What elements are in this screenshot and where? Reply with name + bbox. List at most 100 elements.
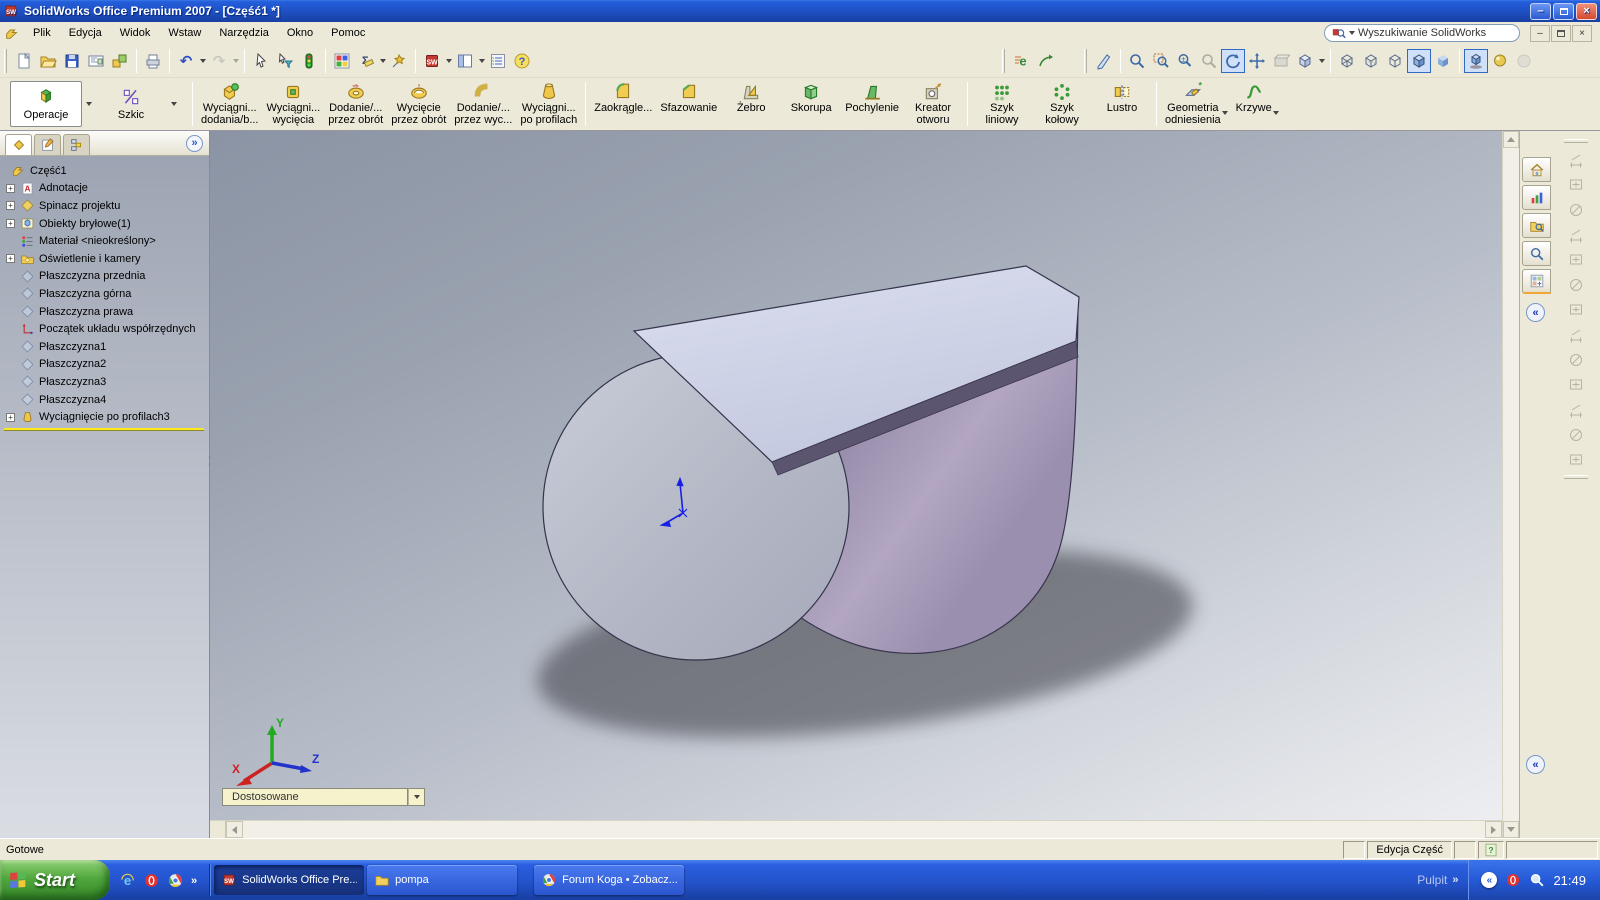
ribbon-button-swept-boss[interactable]: Dodanie/... przez wyc... <box>450 79 516 129</box>
new-icon[interactable] <box>12 49 36 73</box>
configuration-selector[interactable]: Dostosowane <box>222 788 408 806</box>
annotation-tool-icon[interactable] <box>1566 225 1586 245</box>
shaded-icon[interactable] <box>1431 49 1455 73</box>
ribbon-button-reference-geometry[interactable]: * Geometria odniesienia <box>1161 79 1232 129</box>
child-minimize-button[interactable]: – <box>1530 24 1550 42</box>
graphics-area[interactable]: X Y Z Dostosowane <box>210 131 1502 820</box>
undo-icon[interactable]: ↶ <box>174 49 198 73</box>
ribbon-button-extruded-boss[interactable]: Wyciągni... dodania/b... <box>197 79 263 129</box>
tree-item[interactable]: Płaszczyzna3 <box>0 373 209 391</box>
save-icon[interactable] <box>60 49 84 73</box>
chevron-left-icon[interactable]: « <box>1526 303 1545 322</box>
ribbon-button-rib[interactable]: Żebro <box>721 79 781 129</box>
expand-icon[interactable] <box>6 219 15 229</box>
annotation-tool-icon[interactable] <box>1566 175 1586 195</box>
annotation-tool-icon[interactable] <box>1566 375 1586 395</box>
pan-icon[interactable] <box>1245 49 1269 73</box>
annotation-tool-icon[interactable] <box>1566 150 1586 170</box>
measure-icon[interactable]: Σ <box>354 49 378 73</box>
annotation-tool-icon[interactable] <box>1566 275 1586 295</box>
ribbon-button-revolved-cut[interactable]: Wycięcie przez obrót <box>387 79 450 129</box>
start-button[interactable]: Start <box>0 860 110 900</box>
select-icon[interactable] <box>249 49 273 73</box>
toolbar-grip[interactable] <box>1084 48 1087 73</box>
menu-plik[interactable]: Plik <box>24 24 60 42</box>
child-restore-button[interactable] <box>1551 24 1571 42</box>
configuration-dropdown-icon[interactable] <box>408 788 425 806</box>
panels-icon[interactable] <box>453 49 477 73</box>
view-orientation-icon[interactable] <box>1293 49 1317 73</box>
horizontal-scrollbar[interactable] <box>210 820 1502 838</box>
edrawings-animate-icon[interactable] <box>1034 49 1058 73</box>
shadows-icon[interactable] <box>1464 48 1488 73</box>
child-close-button[interactable]: × <box>1572 24 1592 42</box>
tree-item[interactable]: Płaszczyzna4 <box>0 391 209 409</box>
ribbon-button-circular-pattern[interactable]: Szyk kołowy <box>1032 79 1092 129</box>
solidworks-menu-icon[interactable]: SW <box>420 49 444 73</box>
tab-feature-manager[interactable] <box>5 134 32 155</box>
tree-item[interactable]: Spinacz projektu <box>0 197 209 215</box>
redo-icon[interactable]: ↷ <box>207 49 231 73</box>
menu-widok[interactable]: Widok <box>111 24 160 42</box>
tree-item[interactable]: Płaszczyzna2 <box>0 356 209 374</box>
chevron-more-icon[interactable]: » <box>191 872 197 887</box>
chevron-more-icon[interactable]: » <box>1452 874 1458 886</box>
tree-item[interactable]: Płaszczyzna górna <box>0 285 209 303</box>
ribbon-button-linear-pattern[interactable]: Szyk liniowy <box>972 79 1032 129</box>
scroll-right-icon[interactable] <box>1485 821 1502 838</box>
expand-icon[interactable] <box>6 412 15 422</box>
hidden-lines-visible-icon[interactable] <box>1359 49 1383 73</box>
tab-view-palette[interactable] <box>1522 269 1551 294</box>
tab-file-explorer[interactable] <box>1522 213 1551 238</box>
ribbon-button-extruded-cut[interactable]: Wyciągni... wycięcia <box>263 79 325 129</box>
solidworks-dropdown-icon[interactable] <box>444 49 453 73</box>
section-view-icon[interactable] <box>1269 49 1293 73</box>
taskbar-window-forum[interactable]: Forum Koga • Zobacz... <box>534 865 685 895</box>
ribbon-button-hole-wizard[interactable]: Kreator otworu <box>903 79 963 129</box>
tab-design-library[interactable] <box>1522 185 1551 210</box>
scroll-up-icon[interactable] <box>1503 131 1519 148</box>
search-input[interactable]: Wyszukiwanie SolidWorks <box>1324 24 1520 42</box>
menu-narzedzia[interactable]: Narzędzia <box>210 24 278 42</box>
undo-dropdown-icon[interactable] <box>198 49 207 73</box>
taskbar-window-pompa[interactable]: pompa <box>367 865 518 895</box>
edrawings-publish-icon[interactable]: e <box>1010 49 1034 73</box>
annotation-tool-icon[interactable] <box>1566 450 1586 470</box>
wireframe-icon[interactable] <box>1335 49 1359 73</box>
toolbar-grip[interactable] <box>1002 48 1005 73</box>
shaded-with-edges-icon[interactable] <box>1407 48 1431 73</box>
rollback-bar[interactable] <box>4 427 204 431</box>
tab-operacje[interactable]: Operacje <box>10 81 82 127</box>
chevron-left-icon[interactable]: « <box>1526 755 1545 774</box>
tree-item[interactable]: Początek układu współrzędnych <box>0 320 209 338</box>
expand-icon[interactable] <box>6 254 15 264</box>
measure-dropdown-icon[interactable] <box>378 49 387 73</box>
sketch-entity-icon[interactable] <box>1092 49 1116 73</box>
tab-szkic-dropdown-icon[interactable] <box>167 81 180 127</box>
ribbon-button-draft[interactable]: Pochylenie <box>841 79 903 129</box>
tree-item[interactable]: Obiekty bryłowe(1) <box>0 215 209 233</box>
print-icon[interactable] <box>141 49 165 73</box>
rebuild-icon[interactable] <box>297 49 321 73</box>
toolbar-grip[interactable] <box>1564 475 1588 479</box>
make-assembly-icon[interactable] <box>108 49 132 73</box>
zoom-to-selection-icon[interactable] <box>1197 49 1221 73</box>
tab-property-manager[interactable] <box>34 134 61 155</box>
tray-opera-icon[interactable] <box>1505 872 1521 888</box>
ribbon-button-loft[interactable]: Wyciągni... po profilach <box>516 79 581 129</box>
ribbon-button-fillet[interactable]: Zaokrągle... <box>590 79 656 129</box>
annotation-tool-icon[interactable] <box>1566 300 1586 320</box>
restore-button[interactable] <box>1553 2 1574 20</box>
annotation-tool-icon[interactable] <box>1566 350 1586 370</box>
edit-color-icon[interactable] <box>330 49 354 73</box>
selection-filter-icon[interactable] <box>273 49 297 73</box>
annotation-tool-icon[interactable] <box>1566 400 1586 420</box>
expand-icon[interactable] <box>6 201 15 211</box>
ribbon-button-curves[interactable]: Krzywe <box>1232 79 1292 129</box>
minimize-button[interactable]: – <box>1530 2 1551 20</box>
close-button[interactable]: × <box>1576 2 1597 20</box>
opera-icon[interactable] <box>143 872 160 889</box>
tab-operacje-dropdown-icon[interactable] <box>82 81 95 127</box>
ribbon-button-chamfer[interactable]: Sfazowanie <box>656 79 721 129</box>
annotation-tool-icon[interactable] <box>1566 200 1586 220</box>
